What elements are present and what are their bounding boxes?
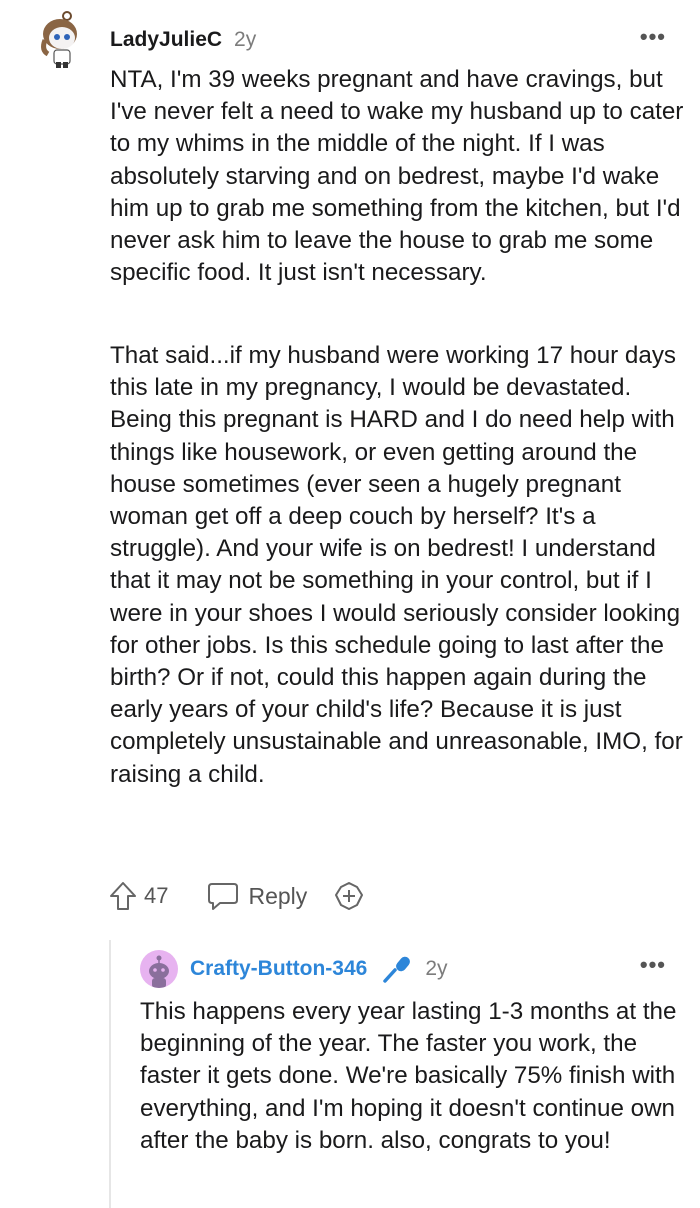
- microphone-icon: [381, 954, 413, 984]
- comment-age: 2y: [234, 28, 257, 51]
- award-button[interactable]: [333, 880, 365, 912]
- upvote-button[interactable]: 47: [108, 880, 168, 912]
- award-plus-icon: [335, 882, 364, 910]
- username[interactable]: LadyJulieC: [110, 28, 222, 52]
- reply-button[interactable]: Reply: [206, 881, 307, 911]
- username[interactable]: Crafty-Button-346: [190, 957, 367, 981]
- upvote-arrow-icon: [110, 882, 136, 910]
- more-options-icon[interactable]: •••: [640, 952, 666, 978]
- thread-line[interactable]: [109, 940, 111, 1208]
- comment-header: LadyJulieC 2y: [110, 26, 256, 54]
- user-avatar[interactable]: [140, 950, 178, 988]
- snoo-avatar-icon: [149, 955, 169, 988]
- comment-actions: 47 Reply: [108, 878, 365, 914]
- more-options-icon[interactable]: •••: [640, 24, 666, 50]
- comment-paragraph-2: That said...if my husband were working 1…: [110, 342, 683, 788]
- upvote-count: 47: [144, 883, 169, 908]
- comment-text: This happens every year lasting 1-3 mont…: [140, 998, 677, 1154]
- reply-label: Reply: [248, 882, 308, 909]
- user-avatar[interactable]: [36, 10, 88, 70]
- comment-header: Crafty-Button-346 2y: [190, 954, 448, 984]
- comment-age: 2y: [425, 957, 448, 980]
- reply-bubble-icon: [208, 883, 239, 910]
- snoo-avatar-icon: [41, 11, 77, 68]
- comment-paragraph-1: NTA, I'm 39 weeks pregnant and have crav…: [110, 66, 684, 287]
